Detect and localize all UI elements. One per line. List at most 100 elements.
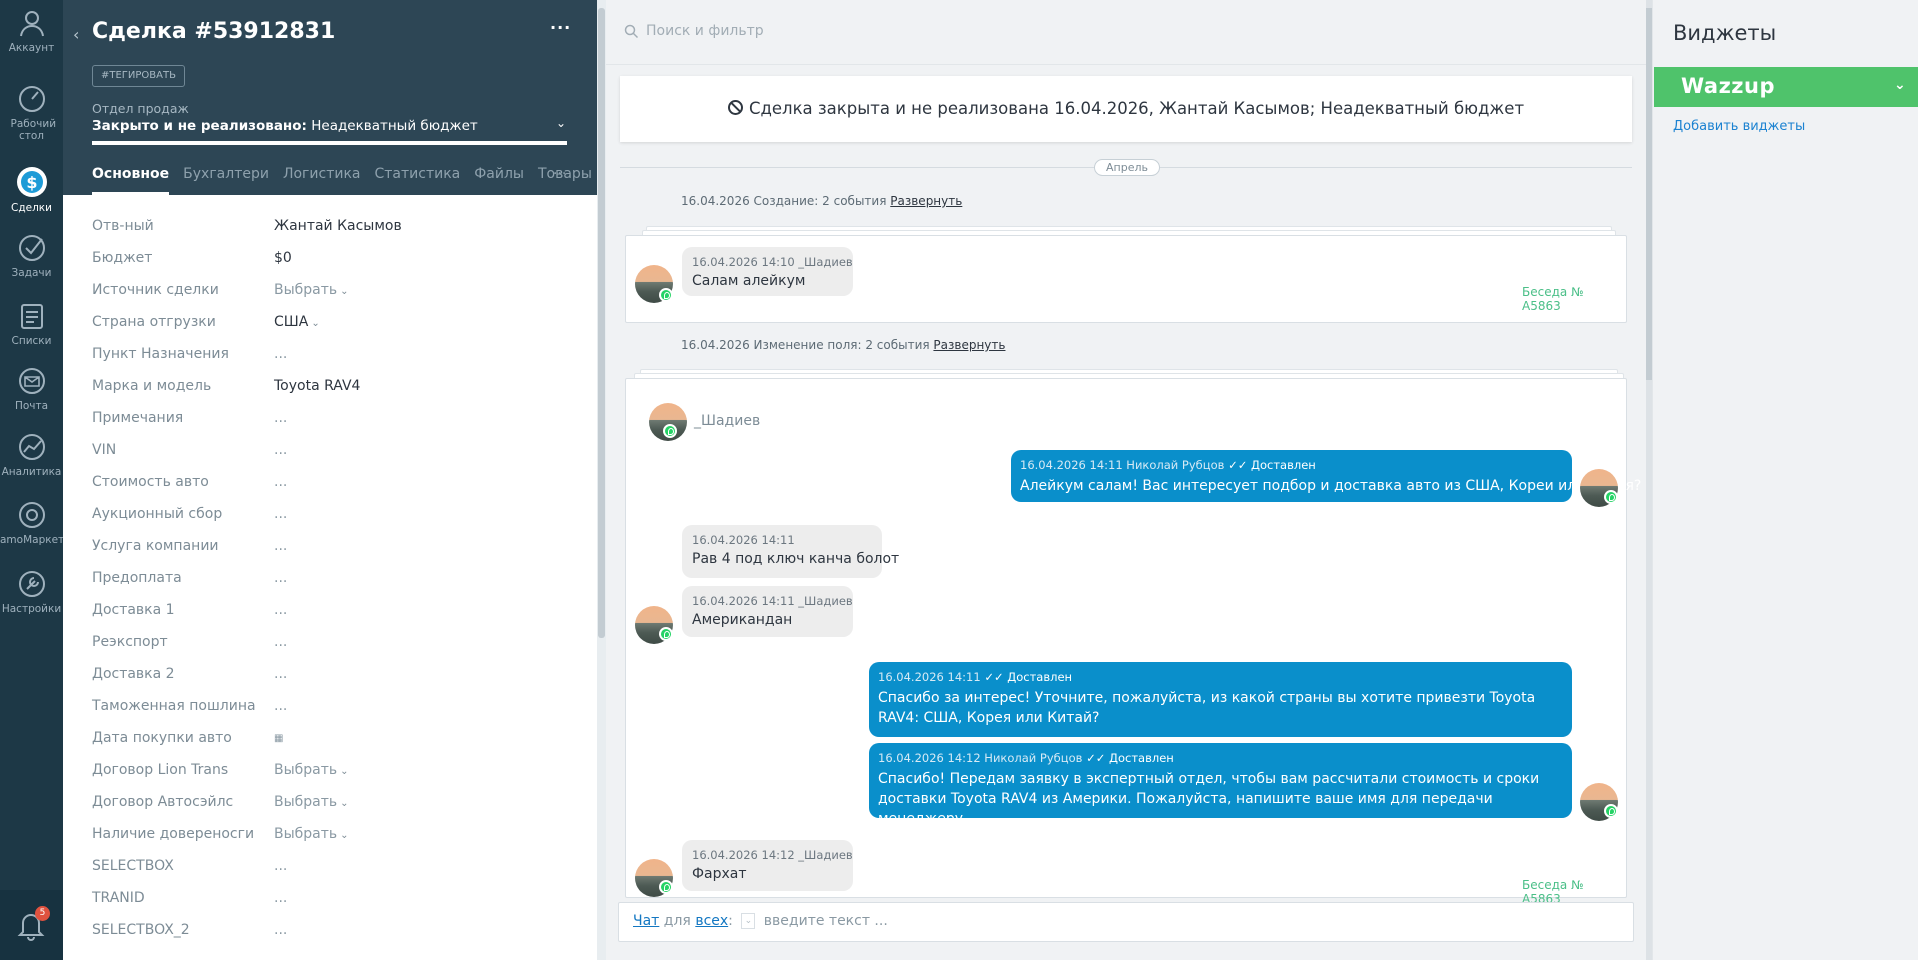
field-label: Договор Автосэйлс <box>92 794 234 810</box>
nav-dashboard-label: Рабочий стол <box>10 118 57 142</box>
field-value[interactable]: Жантай Касымов <box>274 218 402 234</box>
field-label: Отв-ный <box>92 218 154 234</box>
nav-tasks[interactable]: Задачи <box>0 233 63 279</box>
message-text: Американдан <box>692 612 793 628</box>
tabs-more-button[interactable]: ··· <box>553 166 566 182</box>
field-value[interactable]: ... <box>274 698 287 714</box>
nav-lists-label: Списки <box>11 335 52 347</box>
field-value[interactable]: ... <box>274 538 287 554</box>
mail-icon <box>18 368 45 394</box>
field-select[interactable]: Выбрать ⌄ <box>274 794 349 810</box>
search-input[interactable]: Поиск и фильтр <box>646 23 764 39</box>
recipients-link[interactable]: всех <box>695 913 728 929</box>
expand-link[interactable]: Развернуть <box>933 338 1005 352</box>
field-value[interactable]: ... <box>274 602 287 618</box>
field-label: Реэкспорт <box>92 634 168 650</box>
field-value[interactable]: ... <box>274 922 287 938</box>
field-value[interactable]: ... <box>274 634 287 650</box>
field-select[interactable]: Выбрать ⌄ <box>274 826 349 842</box>
field-delivery-1: Доставка 1... <box>92 594 572 626</box>
field-budget: Бюджет $0 <box>92 242 572 274</box>
message-text: Спасибо за интерес! Уточните, пожалуйста… <box>878 690 1536 726</box>
field-label: Пункт Назначения <box>92 346 229 362</box>
deal-card-header: ‹ Сделка #53912831 ··· #ТЕГИРОВАТЬ Отдел… <box>63 0 597 195</box>
tab-main[interactable]: Основное <box>92 166 170 195</box>
field-customs-duty: Таможенная пошлина... <box>92 690 572 722</box>
field-contract-lion-trans: Договор Lion Trans Выбрать ⌄ <box>92 754 572 786</box>
field-label: Наличие довереносги <box>92 826 255 842</box>
field-value[interactable]: $0 <box>274 250 292 266</box>
deal-title[interactable]: Сделка #53912831 <box>92 19 335 44</box>
nav-lists[interactable]: Списки <box>0 301 63 347</box>
pipeline-status-select[interactable]: Закрыто и не реализовано: Неадекватный б… <box>92 118 478 134</box>
tab-files[interactable]: Файлы <box>474 166 524 182</box>
field-label: Дата покупки авто <box>92 730 232 746</box>
chevron-down-icon[interactable]: ⌄ <box>1894 77 1906 93</box>
nav-market[interactable]: amoМаркет <box>0 500 64 546</box>
field-value[interactable]: ... <box>274 442 287 458</box>
month-label: Апрель <box>1094 159 1160 176</box>
nav-mail[interactable]: Почта <box>0 366 63 412</box>
status-reason: Неадекватный бюджет <box>311 118 478 134</box>
field-select[interactable]: Выбрать ⌄ <box>274 282 349 298</box>
analytics-icon <box>18 434 45 460</box>
back-arrow-icon[interactable]: ‹ <box>73 25 79 44</box>
message-meta-text: 16.04.2026 14:11 Николай Рубцов <box>1020 458 1225 472</box>
incoming-message: 16.04.2026 14:11 Рав 4 под ключ канча бо… <box>682 525 900 578</box>
tab-accounting[interactable]: Бухгалтери <box>183 166 269 182</box>
field-contract-autosales: Договор Автосэйлс Выбрать ⌄ <box>92 786 572 818</box>
message-composer[interactable]: Чат для всех: ⌄ введите текст ... <box>618 902 1634 942</box>
calendar-icon[interactable]: ▦ <box>274 733 283 744</box>
nav-mail-label: Почта <box>14 400 49 412</box>
event-summary-text: 16.04.2026 Изменение поля: 2 события <box>681 338 930 352</box>
add-widgets-link[interactable]: Добавить виджеты <box>1673 119 1805 134</box>
chevron-down-icon[interactable]: ⌄ <box>741 913 756 929</box>
chat-mode-link[interactable]: Чат <box>633 913 659 929</box>
svg-text:$: $ <box>26 173 37 192</box>
nav-analytics-label: Аналитика <box>1 466 62 478</box>
wazzup-widget[interactable]: Wazzup ⌄ <box>1654 67 1918 107</box>
tab-statistics[interactable]: Статистика <box>375 166 461 182</box>
message-meta: 16.04.2026 14:11 Николай Рубцов ✓✓ Доста… <box>1020 458 1563 472</box>
nav-analytics[interactable]: Аналитика <box>0 432 63 478</box>
field-value[interactable]: ... <box>274 474 287 490</box>
field-value[interactable]: ... <box>274 410 287 426</box>
tag-button[interactable]: #ТЕГИРОВАТЬ <box>92 65 185 87</box>
list-icon <box>20 304 43 329</box>
field-value[interactable]: ... <box>274 346 287 362</box>
nav-deals[interactable]: $ Сделки <box>0 166 63 214</box>
message-text: Фархат <box>692 866 747 882</box>
field-select[interactable]: США ⌄ <box>274 314 320 330</box>
double-check-icon: ✓✓ <box>1228 458 1248 472</box>
nav-account[interactable]: Аккаунт <box>0 8 63 54</box>
field-value[interactable]: Toyota RAV4 <box>274 378 360 394</box>
field-value[interactable]: ... <box>274 506 287 522</box>
chat-number-link[interactable]: Беседа № A5863 <box>1522 285 1626 313</box>
nav-settings[interactable]: Настройки <box>0 569 63 615</box>
chevron-down-icon: ⌄ <box>340 798 349 809</box>
main-nav: Аккаунт Рабочий стол $ Сделки Задачи Спи… <box>0 0 64 960</box>
expand-link[interactable]: Развернуть <box>890 194 962 208</box>
outgoing-message: 16.04.2026 14:11 ✓✓ Доставлен Спасибо за… <box>869 662 1572 737</box>
widgets-panel: Виджеты Wazzup ⌄ Добавить виджеты <box>1652 0 1918 960</box>
tab-logistics[interactable]: Логистика <box>283 166 361 182</box>
whatsapp-icon <box>659 627 673 641</box>
field-label: Бюджет <box>92 250 153 266</box>
field-value[interactable]: ... <box>274 666 287 682</box>
field-value[interactable]: ... <box>274 570 287 586</box>
event-summary-creation: 16.04.2026 Создание: 2 события Развернут… <box>681 194 962 208</box>
field-value[interactable]: ... <box>274 890 287 906</box>
message-input[interactable]: введите текст ... <box>764 913 888 929</box>
chevron-down-icon[interactable]: ⌄ <box>556 116 566 130</box>
nav-dashboard[interactable]: Рабочий стол <box>0 84 63 142</box>
message-text: Рав 4 под ключ канча болот <box>692 551 900 567</box>
card-scrollbar-thumb[interactable] <box>598 8 605 638</box>
more-options-button[interactable]: ··· <box>550 18 571 37</box>
message-meta: 16.04.2026 14:11 ✓✓ Доставлен <box>878 670 1563 684</box>
field-select[interactable]: Выбрать ⌄ <box>274 762 349 778</box>
message-text: Алейкум салам! Вас интересует подбор и д… <box>1020 478 1642 494</box>
search-bar[interactable]: Поиск и фильтр <box>606 0 1652 65</box>
field-tranid: TRANID... <box>92 882 572 914</box>
message-meta-text: 16.04.2026 14:11 <box>878 670 981 684</box>
field-value[interactable]: ... <box>274 858 287 874</box>
